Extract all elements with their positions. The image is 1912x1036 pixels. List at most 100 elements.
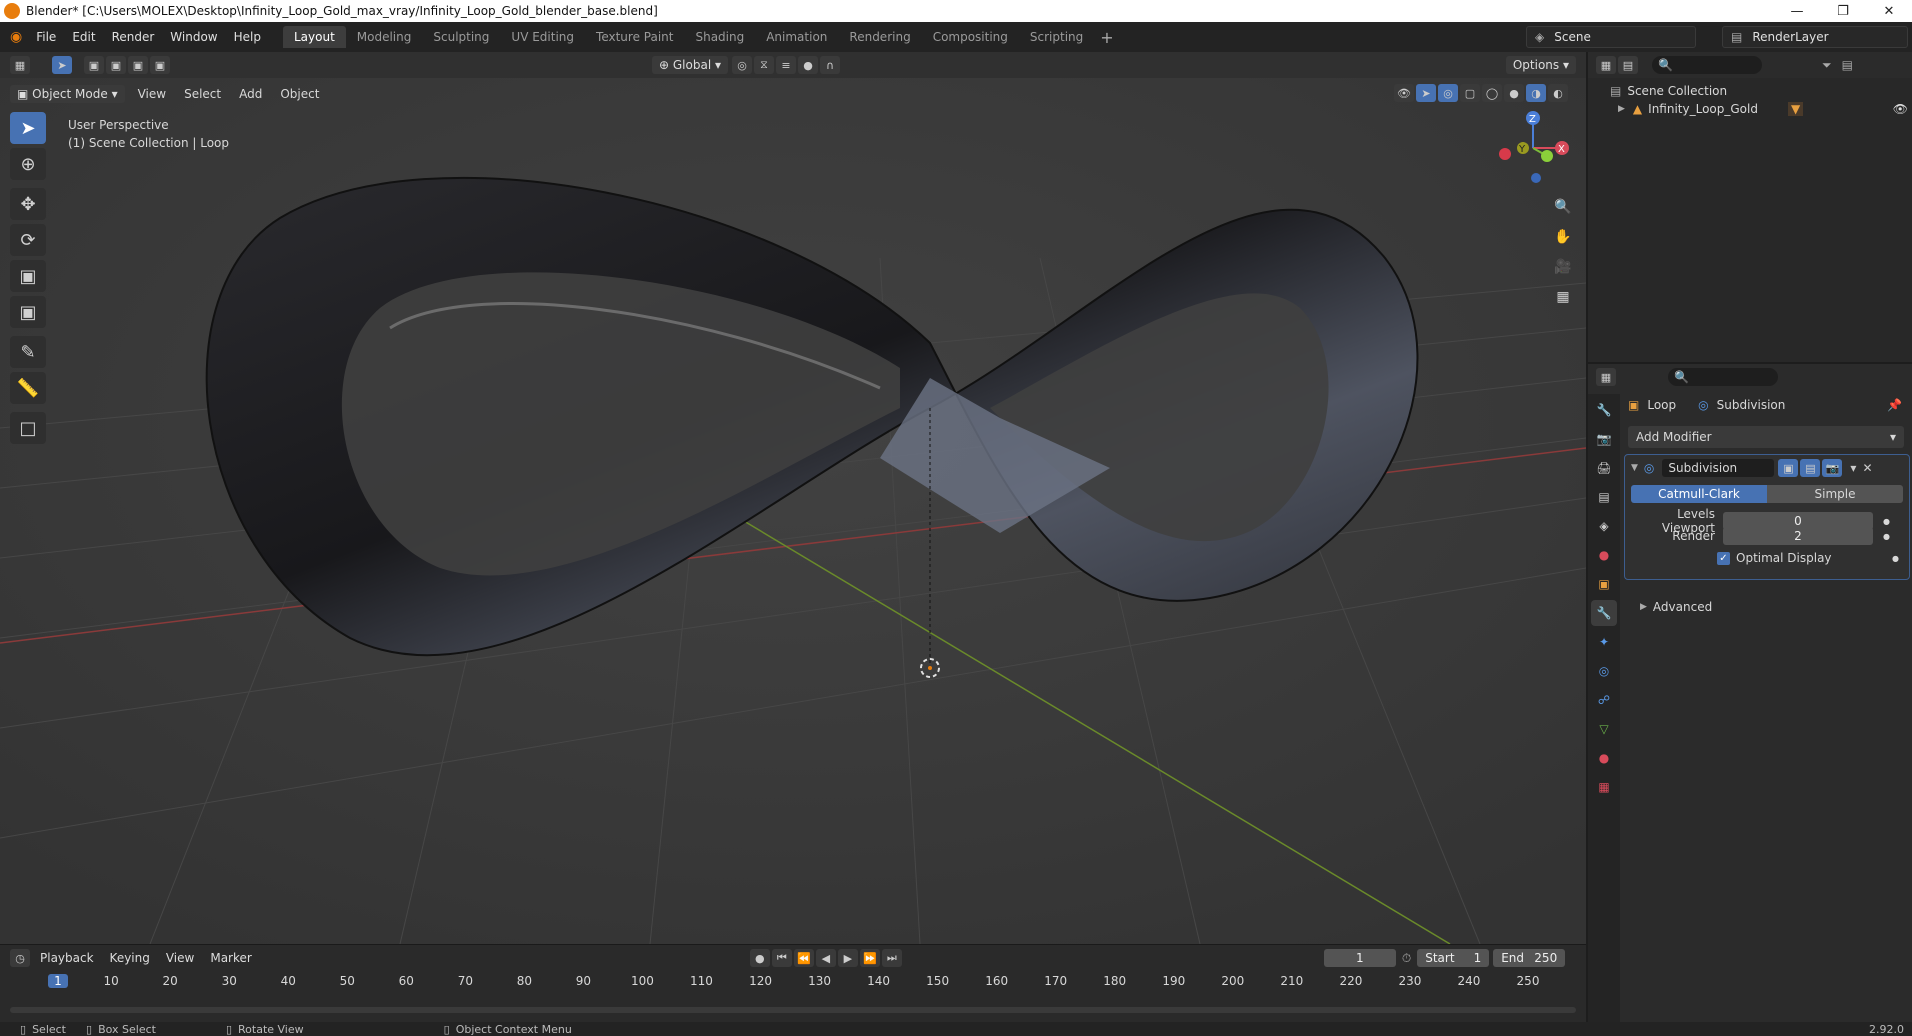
record-icon[interactable]: ● <box>749 949 770 967</box>
viewport-toggle-icon[interactable]: ▤ <box>1800 459 1821 477</box>
viewport-canvas[interactable]: Z X Y <box>0 78 1586 944</box>
particles-tab-icon[interactable]: ✦ <box>1591 629 1617 655</box>
tab-layout[interactable]: Layout <box>282 26 346 48</box>
select-tool-icon[interactable]: ➤ <box>52 56 72 74</box>
expand-arrow-icon[interactable]: ▶ <box>1618 104 1625 114</box>
properties-editor-icon[interactable]: ▦ <box>1596 368 1616 386</box>
play-icon[interactable]: ▶ <box>837 949 858 967</box>
mesh-data-icon[interactable]: ▼ <box>1787 102 1804 116</box>
material-shading-icon[interactable]: ◑ <box>1526 84 1546 102</box>
modifier-name-input[interactable]: Subdivision <box>1662 459 1775 477</box>
add-modifier-dropdown[interactable]: Add Modifier ▾ <box>1628 426 1904 448</box>
3d-viewport[interactable]: Z X Y ▣ Object Mode ▾ View Select Add Objec… <box>0 78 1586 944</box>
keyframe-dot-icon[interactable]: ● <box>1883 532 1890 541</box>
end-frame-field[interactable]: End 250 <box>1493 949 1566 967</box>
solid-shading-icon[interactable]: ● <box>1504 84 1524 102</box>
scene-tab-icon[interactable]: ◈ <box>1591 513 1617 539</box>
tab-sculpting[interactable]: Sculpting <box>422 26 500 48</box>
xray-icon[interactable]: ▢ <box>1460 84 1480 102</box>
select-mode-subtract-icon[interactable]: ▣ <box>128 56 148 74</box>
overlay-toggle-icon[interactable]: ◎ <box>1438 84 1458 102</box>
add-workspace-icon[interactable]: + <box>1100 28 1113 47</box>
jump-start-icon[interactable]: ⏮ <box>771 949 792 967</box>
timeline-menu-keying[interactable]: Keying <box>102 951 158 965</box>
mode-dropdown[interactable]: ▣ Object Mode ▾ <box>10 85 125 103</box>
timeline-scrollbar[interactable] <box>10 1007 1576 1013</box>
pin-icon[interactable]: 📌 <box>1887 398 1902 412</box>
ortho-grid-icon[interactable]: ▦ <box>1550 284 1576 310</box>
snap-target-icon[interactable]: ≡ <box>776 56 796 74</box>
move-tool[interactable]: ✥ <box>10 188 46 220</box>
visibility-icon[interactable]: 👁 <box>1394 84 1414 102</box>
stopwatch-icon[interactable]: ⏱ <box>1402 951 1411 966</box>
properties-search-input[interactable]: 🔍 <box>1668 368 1778 386</box>
jump-end-icon[interactable]: ⏭ <box>881 949 902 967</box>
add-cube-tool[interactable]: □ <box>10 412 46 444</box>
modifier-menu-icon[interactable]: ▾ <box>1850 461 1856 475</box>
outliner-item-infinity-loop[interactable]: ▶ ▲ Infinity_Loop_Gold ▼ 👁 <box>1618 102 1908 116</box>
visibility-eye-icon[interactable]: 👁 <box>1893 102 1908 116</box>
falloff-icon[interactable]: ∩ <box>820 56 840 74</box>
data-tab-icon[interactable]: ▽ <box>1591 716 1617 742</box>
next-key-icon[interactable]: ⏩ <box>859 949 880 967</box>
camera-view-icon[interactable]: 🎥 <box>1550 254 1576 280</box>
tab-animation[interactable]: Animation <box>755 26 838 48</box>
viewport-menu-object[interactable]: Object <box>271 84 328 104</box>
view-layer-tab-icon[interactable]: ▤ <box>1591 484 1617 510</box>
play-reverse-icon[interactable]: ◀ <box>815 949 836 967</box>
editor-type-icon[interactable]: ▦ <box>10 56 30 74</box>
tab-shading[interactable]: Shading <box>684 26 755 48</box>
transform-orientation-dropdown[interactable]: ⊕ Global ▾ <box>652 56 728 74</box>
world-tab-icon[interactable]: ● <box>1591 542 1617 568</box>
transform-tool[interactable]: ▣ <box>10 296 46 328</box>
keyframe-dot-icon[interactable]: ● <box>1883 517 1890 526</box>
tab-texture-paint[interactable]: Texture Paint <box>585 26 684 48</box>
pivot-point-icon[interactable]: ◎ <box>732 56 752 74</box>
rendered-shading-icon[interactable]: ◐ <box>1548 84 1568 102</box>
blender-menu-icon[interactable]: ◉ <box>10 29 22 45</box>
viewport-menu-add[interactable]: Add <box>230 84 271 104</box>
advanced-subpanel[interactable]: ▶ Advanced <box>1640 600 1712 614</box>
measure-tool[interactable]: 📏 <box>10 372 46 404</box>
outliner-search-input[interactable]: 🔍 <box>1652 56 1762 74</box>
menu-file[interactable]: File <box>28 30 64 44</box>
timeline-menu-playback[interactable]: Playback <box>32 951 102 965</box>
start-frame-field[interactable]: Start 1 <box>1417 949 1490 967</box>
gizmo-toggle-icon[interactable]: ➤ <box>1416 84 1436 102</box>
prev-key-icon[interactable]: ⏪ <box>793 949 814 967</box>
object-tab-icon[interactable]: ▣ <box>1591 571 1617 597</box>
render-levels-field[interactable]: 2 <box>1723 527 1873 545</box>
scene-collection-row[interactable]: ▤ Scene Collection <box>1610 84 1727 98</box>
select-mode-set-icon[interactable]: ▣ <box>84 56 104 74</box>
options-dropdown[interactable]: Options ▾ <box>1505 56 1576 74</box>
texture-tab-icon[interactable]: ▦ <box>1591 774 1617 800</box>
constraints-tab-icon[interactable]: ☍ <box>1591 687 1617 713</box>
edit-mode-toggle-icon[interactable]: ▣ <box>1778 459 1799 477</box>
select-mode-extend-icon[interactable]: ▣ <box>106 56 126 74</box>
catmull-clark-button[interactable]: Catmull-Clark <box>1631 485 1767 503</box>
frame-ruler[interactable]: 1 10 20 30 40 50 60 70 80 90 100 110 120 130 140 150 160… <box>0 971 1586 993</box>
tab-rendering[interactable]: Rendering <box>838 26 921 48</box>
tool-tab-icon[interactable]: 🔧 <box>1591 397 1617 423</box>
wireframe-shading-icon[interactable]: ◯ <box>1482 84 1502 102</box>
display-mode-icon[interactable]: ▤ <box>1618 56 1638 74</box>
tab-uv-editing[interactable]: UV Editing <box>500 26 585 48</box>
remove-modifier-icon[interactable]: ✕ <box>1862 461 1872 475</box>
pan-hand-icon[interactable]: ✋ <box>1550 224 1576 250</box>
menu-window[interactable]: Window <box>162 30 225 44</box>
viewport-menu-select[interactable]: Select <box>175 84 230 104</box>
viewport-menu-view[interactable]: View <box>129 84 175 104</box>
scene-selector[interactable]: ◈ Scene <box>1526 26 1696 48</box>
outliner-editor-icon[interactable]: ▦ <box>1596 56 1616 74</box>
timeline-editor-icon[interactable]: ◷ <box>10 949 30 967</box>
tab-modeling[interactable]: Modeling <box>346 26 423 48</box>
menu-render[interactable]: Render <box>104 30 163 44</box>
new-collection-icon[interactable]: ▤ <box>1842 58 1853 72</box>
scale-tool[interactable]: ▣ <box>10 260 46 292</box>
close-icon[interactable]: ✕ <box>1866 0 1912 22</box>
physics-tab-icon[interactable]: ◎ <box>1591 658 1617 684</box>
proportional-edit-icon[interactable]: ● <box>798 56 818 74</box>
render-layer-selector[interactable]: ▤ RenderLayer <box>1722 26 1908 48</box>
snap-icon[interactable]: ⧖ <box>754 56 774 74</box>
timeline-menu-view[interactable]: View <box>158 951 202 965</box>
